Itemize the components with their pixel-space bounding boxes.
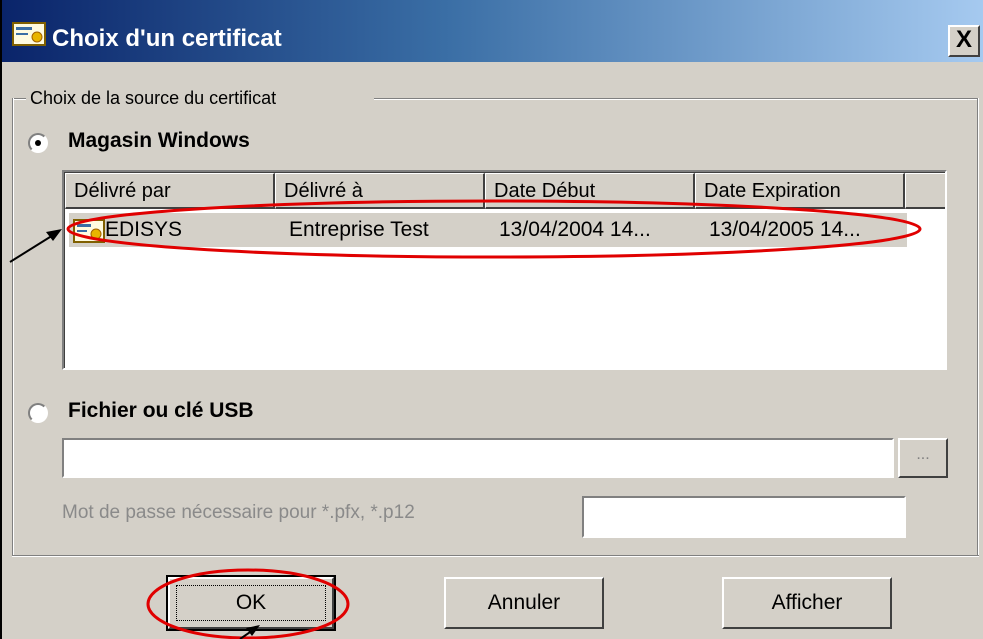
cell-start-date: 13/04/2004 14... [499,218,651,241]
file-path-input[interactable] [62,438,894,478]
cell-issued-by: EDISYS [105,218,183,241]
column-header-issued-by[interactable]: Délivré par [65,173,275,209]
browse-button[interactable]: ... [898,438,948,478]
radio-dot [35,140,41,146]
column-header-expiry-date[interactable]: Date Expiration [695,173,905,209]
column-header-filler [905,173,945,209]
store-radio[interactable] [28,133,48,153]
cancel-button[interactable]: Annuler [444,577,604,629]
show-button-label: Afficher [771,591,843,614]
column-header-start-date[interactable]: Date Début [485,173,695,209]
cell-issued-to: Entreprise Test [289,218,429,241]
file-radio[interactable] [28,403,48,423]
password-input[interactable] [582,496,906,538]
table-row[interactable]: EDISYS Entreprise Test 13/04/2004 14... … [69,213,907,247]
cancel-button-label: Annuler [487,591,561,614]
cell-expiry-date: 13/04/2005 14... [709,218,861,241]
close-button[interactable]: X [948,25,980,57]
certificate-icon [73,219,105,243]
source-group-label: Choix de la source du certificat [28,88,279,109]
store-radio-label[interactable]: Magasin Windows [68,129,250,153]
file-radio-label[interactable]: Fichier ou clé USB [68,399,254,423]
show-button[interactable]: Afficher [722,577,892,629]
certificate-icon [12,22,46,46]
ok-button[interactable]: OK [166,575,336,631]
password-label: Mot de passe nécessaire pour *.pfx, *.p1… [62,502,415,523]
title-bar: Choix d'un certificat X [2,0,983,62]
certificate-list[interactable]: Délivré par Délivré à Date Début Date Ex… [62,170,947,370]
certificate-dialog: Choix d'un certificat X Choix de la sour… [0,0,983,639]
column-header-issued-to[interactable]: Délivré à [275,173,485,209]
window-title: Choix d'un certificat [52,25,282,52]
focus-rectangle [176,585,326,621]
